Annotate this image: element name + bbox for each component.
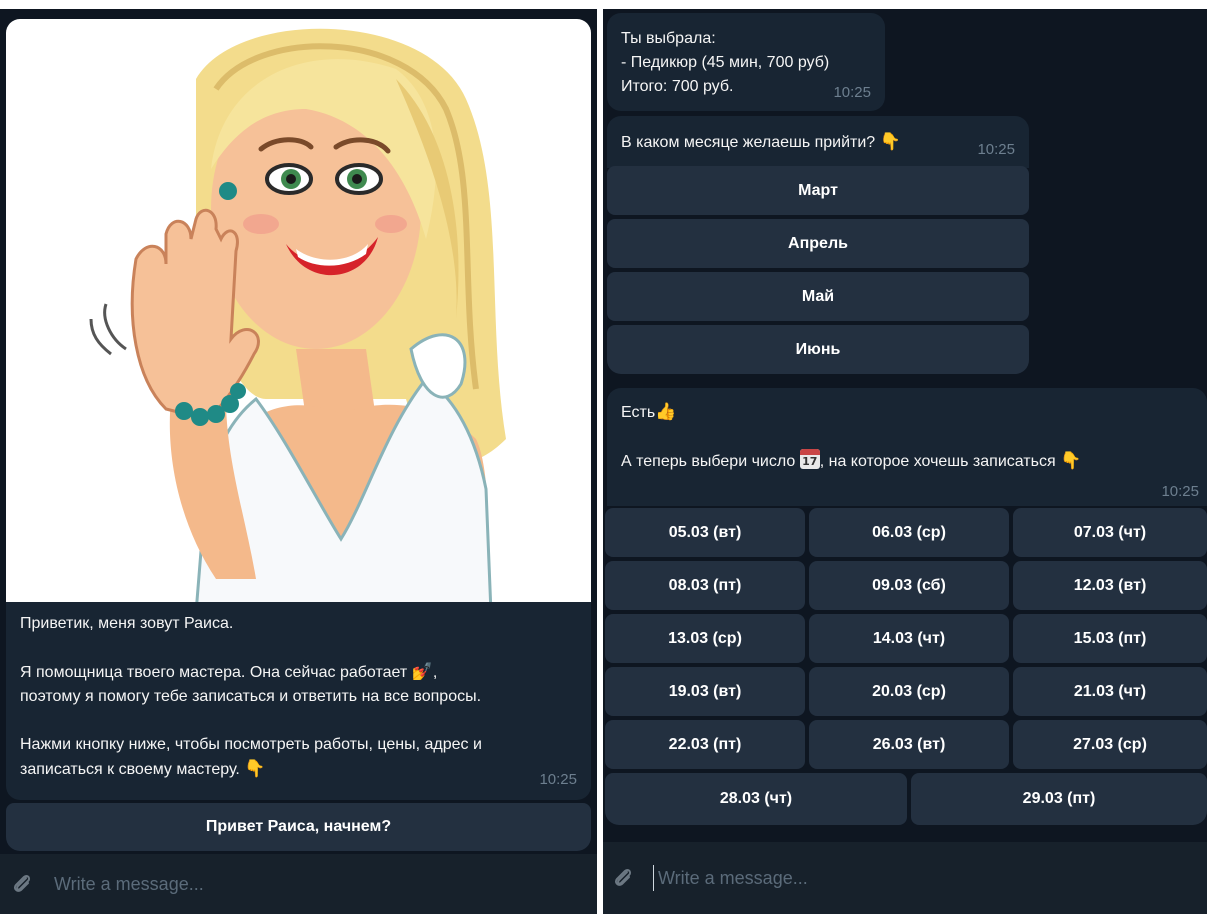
date-button[interactable]: 19.03 (вт) <box>605 667 805 716</box>
sticker-image <box>6 19 591 613</box>
date-button[interactable]: 12.03 (вт) <box>1013 561 1207 610</box>
date-prompt-line-2b: , на которое хочешь записаться <box>819 453 1056 470</box>
waving-woman-sticker <box>89 28 506 613</box>
month-question-text: В каком месяце желаешь прийти? <box>621 134 876 151</box>
date-button[interactable]: 09.03 (сб) <box>809 561 1009 610</box>
start-button[interactable]: Привет Раиса, начнем? <box>6 803 591 851</box>
date-button[interactable]: 07.03 (чт) <box>1013 508 1207 557</box>
date-button[interactable]: 21.03 (чт) <box>1013 667 1207 716</box>
paperclip-icon[interactable] <box>2 864 42 904</box>
date-button[interactable]: 26.03 (вт) <box>809 720 1009 769</box>
thumbs-up-emoji: 👍 <box>655 402 677 422</box>
right-chat-panel: Ты выбрала: - Педикюр (45 мин, 700 руб) … <box>603 9 1207 914</box>
date-button[interactable]: 22.03 (пт) <box>605 720 805 769</box>
message-time: 10:25 <box>833 84 871 101</box>
greeting-line-3a: Нажми кнопку ниже, чтобы посмотреть рабо… <box>20 736 482 753</box>
selection-summary-message: Ты выбрала: - Педикюр (45 мин, 700 руб) … <box>607 13 885 111</box>
greeting-line-1: Приветик, меня зовут Раиса. <box>20 615 234 632</box>
message-time: 10:25 <box>539 771 577 788</box>
date-button[interactable]: 05.03 (вт) <box>605 508 805 557</box>
message-time: 10:25 <box>1161 483 1199 500</box>
message-input[interactable] <box>42 864 597 904</box>
date-prompt-message: Есть👍 А теперь выбери число 17, на котор… <box>607 388 1207 506</box>
left-chat-panel: Приветик, меня зовут Раиса. Я помощница … <box>0 9 597 914</box>
message-composer <box>0 854 597 914</box>
message-composer <box>603 842 1207 914</box>
date-button[interactable]: 29.03 (пт) <box>911 773 1207 825</box>
message-input[interactable] <box>654 858 1207 898</box>
date-prompt-line-2a: А теперь выбери число <box>621 453 796 470</box>
message-time: 10:25 <box>977 141 1015 158</box>
month-button-april[interactable]: Апрель <box>607 219 1029 268</box>
point-down-emoji: 👇 <box>879 132 901 152</box>
summary-line-2: - Педикюр (45 мин, 700 руб) <box>621 54 830 71</box>
point-down-emoji: 👇 <box>1060 451 1082 471</box>
month-button-june[interactable]: Июнь <box>607 325 1029 374</box>
date-prompt-line-1: Есть <box>621 404 656 421</box>
date-button[interactable]: 20.03 (ср) <box>809 667 1009 716</box>
greeting-line-2a: Я помощница твоего мастера. Она сейчас р… <box>20 664 408 681</box>
point-down-emoji: 👇 <box>244 759 266 779</box>
date-button[interactable]: 08.03 (пт) <box>605 561 805 610</box>
greeting-message: Приветик, меня зовут Раиса. Я помощница … <box>6 602 591 800</box>
paperclip-icon[interactable] <box>603 858 643 898</box>
date-button[interactable]: 15.03 (пт) <box>1013 614 1207 663</box>
greeting-line-3b: записаться к своему мастеру. <box>20 761 240 778</box>
summary-line-1: Ты выбрала: <box>621 30 716 47</box>
month-question-message: В каком месяце желаешь прийти? 👇 10:25 <box>607 116 1029 168</box>
date-button[interactable]: 06.03 (ср) <box>809 508 1009 557</box>
date-button[interactable]: 14.03 (чт) <box>809 614 1009 663</box>
date-button[interactable]: 27.03 (ср) <box>1013 720 1207 769</box>
month-button-march[interactable]: Март <box>607 166 1029 215</box>
month-button-may[interactable]: Май <box>607 272 1029 321</box>
date-button[interactable]: 13.03 (ср) <box>605 614 805 663</box>
date-button[interactable]: 28.03 (чт) <box>605 773 907 825</box>
calendar-icon: 17 <box>799 449 820 469</box>
greeting-line-2b: поэтому я помогу тебе записаться и ответ… <box>20 688 482 705</box>
nail-polish-emoji: 💅 <box>411 662 433 682</box>
